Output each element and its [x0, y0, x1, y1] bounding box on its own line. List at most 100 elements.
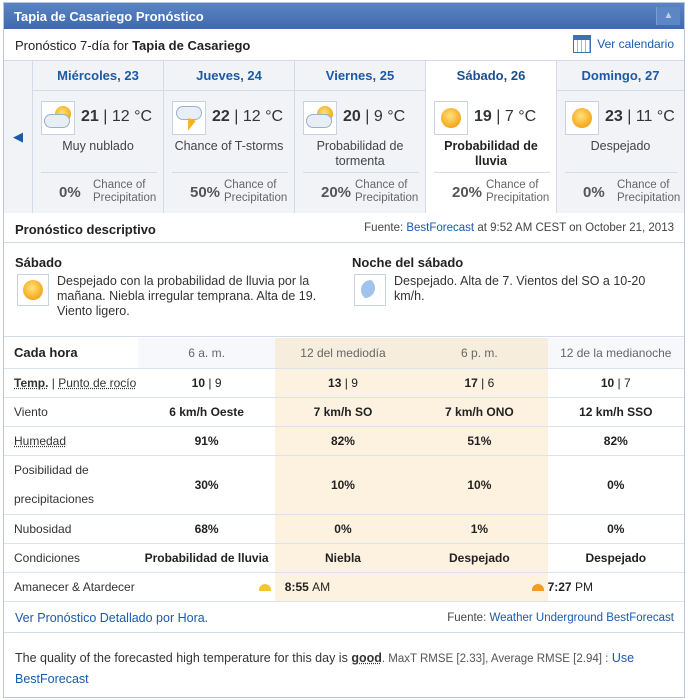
weather-underground-link[interactable]: Weather Underground BestForecast: [489, 612, 674, 624]
collapse-button[interactable]: ▲: [656, 7, 680, 25]
precip-label: Chance of Precipitation: [617, 179, 681, 204]
day-name[interactable]: Jueves, 24: [164, 61, 294, 91]
sunset-icon-cell: [411, 572, 548, 602]
hourly-header-row: Cada hora 6 a. m. 12 del mediodía 6 p. m…: [4, 338, 684, 369]
forecast-subheader: Pronóstico 7-día for Tapia de Casariego …: [4, 29, 684, 61]
day-description-heading: Sábado: [15, 255, 62, 270]
forecast-widget: Tapia de Casariego Pronóstico ▲ Pronósti…: [3, 2, 685, 698]
humidity-cell: 91%: [138, 426, 275, 456]
temp-label[interactable]: Temp.: [14, 376, 48, 390]
sunset-icon: [531, 583, 544, 591]
sun-icon: [17, 274, 49, 306]
cloud-cover-cell: 68%: [138, 514, 275, 544]
wind-cell: 7 km/h SO: [274, 397, 412, 427]
conditions-row: Condiciones Probabilidad de lluvia Niebl…: [4, 543, 684, 573]
bestforecast-link[interactable]: BestForecast: [406, 222, 474, 234]
temp-cell: 10 | 7: [547, 368, 684, 398]
conditions-cell: Probabilidad de lluvia: [138, 543, 275, 573]
day-precip: 50% Chance of Precipitation: [172, 172, 288, 208]
partly-cloudy-icon: [303, 101, 337, 135]
forecast-quality: The quality of the forecasted high tempe…: [15, 648, 674, 689]
quality-prefix: The quality of the forecasted high tempe…: [15, 651, 348, 665]
calendar-link-label[interactable]: Ver calendario: [597, 37, 674, 51]
day-name[interactable]: Viernes, 25: [295, 61, 425, 91]
precip-percent: 20%: [321, 184, 352, 201]
previous-days-button[interactable]: ◀: [4, 61, 32, 213]
humidity-row-label[interactable]: Humedad: [4, 426, 139, 456]
night-description-heading: Noche del sábado: [352, 255, 464, 270]
cloud-cover-cell: 1%: [411, 514, 548, 544]
conditions-cell: Despejado: [411, 543, 548, 573]
footer-source: Fuente: Weather Underground BestForecast: [447, 612, 674, 624]
day-card-selected[interactable]: Sábado, 26 19 | 7 °C Probabilidad de llu…: [425, 61, 556, 213]
partly-cloudy-icon: [41, 101, 75, 135]
calendar-link[interactable]: Ver calendario: [573, 35, 674, 53]
day-precip: 0% Chance of Precipitation: [565, 172, 680, 208]
day-name[interactable]: Domingo, 27: [557, 61, 684, 91]
precip-label: Chance of Precipitation: [224, 179, 288, 204]
hourly-footer: Ver Pronóstico Detallado por Hora. Fuent…: [4, 603, 684, 633]
day-condition: Chance of T-storms: [174, 139, 284, 153]
humidity-cell: 82%: [274, 426, 412, 456]
precip-cell: 10%: [274, 455, 412, 515]
sunrise-time-cell: 8:55 AM: [274, 572, 412, 602]
hour-column-header: 12 de la medianoche: [547, 338, 684, 369]
wind-cell: 12 km/h SSO: [547, 397, 684, 427]
widget-title: Tapia de Casariego Pronóstico: [14, 9, 204, 24]
sun-icon: [434, 101, 468, 135]
temperature-row: Temp. | Punto de rocío 10 | 9 13 | 9 17 …: [4, 368, 684, 398]
subheader-prefix: Pronóstico 7-día for: [15, 38, 129, 53]
hour-column-header: 6 a. m.: [138, 338, 275, 369]
thunderstorm-icon: [172, 101, 206, 135]
cloud-cover-cell: 0%: [274, 514, 412, 544]
precip-cell: 0%: [547, 455, 684, 515]
precip-label: Chance of Precipitation: [93, 179, 157, 204]
moon-icon: [354, 274, 386, 306]
hourly-header-label: Cada hora: [4, 338, 139, 369]
humidity-cell: 51%: [411, 426, 548, 456]
conditions-cell: Despejado: [547, 543, 684, 573]
day-card[interactable]: Miércoles, 23 21 | 12 °C Muy nublado 0% …: [32, 61, 163, 213]
day-condition: Despejado: [590, 139, 651, 153]
dew-point-label[interactable]: Punto de rocío: [58, 376, 136, 390]
day-name[interactable]: Miércoles, 23: [33, 61, 163, 91]
location-name: Tapia de Casariego: [132, 38, 251, 53]
sunrise-sunset-label: Amanecer & Atardecer: [4, 572, 139, 602]
precip-percent: 0%: [583, 184, 605, 201]
day-card[interactable]: Jueves, 24 22 | 12 °C Chance of T-storms…: [163, 61, 294, 213]
precip-percent: 50%: [190, 184, 221, 201]
sunrise-icon: [258, 583, 271, 591]
detailed-hourly-link[interactable]: Ver Pronóstico Detallado por Hora.: [15, 611, 208, 625]
day-description: Sábado Despejado con la probabilidad de …: [15, 255, 337, 319]
day-card[interactable]: Domingo, 27 23 | 11 °C Despejado 0% Chan…: [556, 61, 684, 213]
wind-cell: 7 km/h ONO: [411, 397, 548, 427]
day-precip: 20% Chance of Precipitation: [303, 172, 419, 208]
night-description: Noche del sábado Despejado. Alta de 7. V…: [352, 255, 674, 306]
descriptive-forecast: Sábado Despejado con la probabilidad de …: [4, 243, 684, 337]
quality-rating[interactable]: good: [351, 651, 382, 665]
chevron-left-icon[interactable]: ◀: [13, 129, 23, 144]
cloud-cover-cell: 0%: [547, 514, 684, 544]
quality-stats: . MaxT RMSE [2.33], Average RMSE [2.94] …: [381, 653, 609, 665]
day-temperature: 21 | 12 °C: [81, 108, 153, 125]
hourly-table: Cada hora 6 a. m. 12 del mediodía 6 p. m…: [4, 338, 684, 602]
cloud-cover-row-label: Nubosidad: [4, 514, 139, 544]
chevron-up-icon[interactable]: ▲: [664, 10, 674, 21]
day-temperature: 19 | 7 °C: [474, 108, 537, 125]
day-name[interactable]: Sábado, 26: [426, 61, 556, 91]
humidity-row: Humedad 91% 82% 51% 82%: [4, 426, 684, 456]
day-card[interactable]: Viernes, 25 20 | 9 °C Probabilidad de to…: [294, 61, 425, 213]
precip-label: Chance of Precipitation: [486, 179, 550, 204]
night-description-text: Despejado. Alta de 7. Vientos del SO a 1…: [394, 274, 646, 303]
description-source: Fuente: BestForecast at 9:52 AM CEST on …: [364, 222, 674, 234]
day-condition: Probabilidad de lluvia: [444, 139, 538, 168]
precip-percent: 0%: [59, 184, 81, 201]
precip-percent: 20%: [452, 184, 483, 201]
calendar-icon[interactable]: [573, 35, 592, 53]
widget-title-bar: Tapia de Casariego Pronóstico ▲: [4, 3, 684, 29]
temperature-row-label: Temp. | Punto de rocío: [4, 368, 139, 398]
wind-cell: 6 km/h Oeste: [138, 397, 275, 427]
temp-cell: 17 | 6: [411, 368, 548, 398]
conditions-row-label: Condiciones: [4, 543, 139, 573]
precip-cell: 10%: [411, 455, 548, 515]
